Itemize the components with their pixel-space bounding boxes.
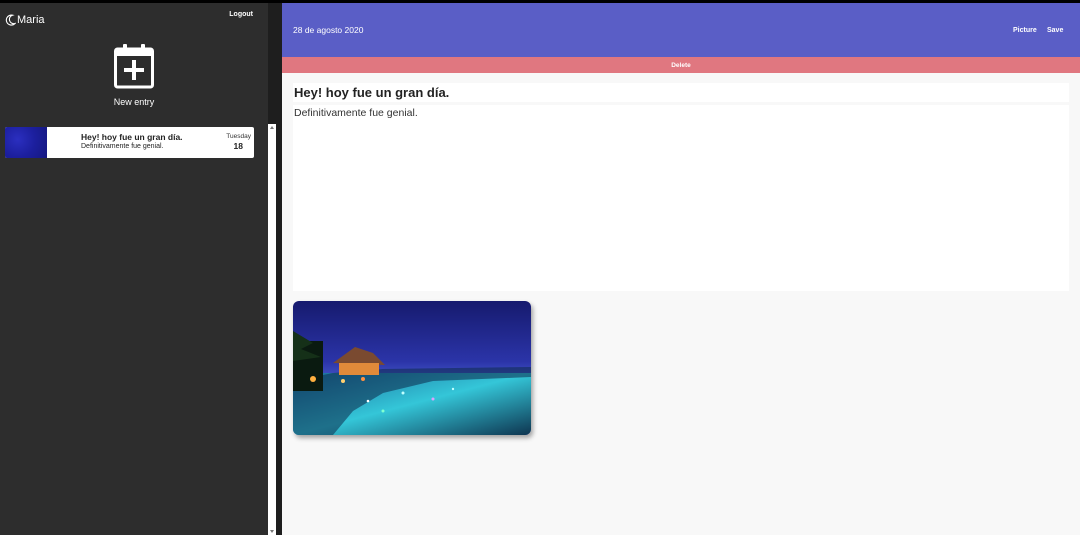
entry-preview: Definitivamente fue genial. — [81, 143, 164, 150]
logout-button[interactable]: Logout — [229, 11, 253, 18]
entry-title-input[interactable]: Hey! hoy fue un gran día. — [293, 83, 1069, 102]
editor-header: 28 de agosto 2020 Picture Save — [282, 3, 1080, 57]
entry-editor: 28 de agosto 2020 Picture Save Delete He… — [282, 3, 1080, 535]
entry-title: Hey! hoy fue un gran día. — [81, 132, 183, 142]
entry-weekday: Tuesday — [226, 133, 251, 140]
calendar-plus-icon — [114, 43, 154, 89]
entry-day-number: 18 — [233, 141, 243, 151]
sidebar-scrollbar[interactable] — [268, 124, 276, 535]
new-entry-label: New entry — [113, 97, 155, 107]
scroll-down-arrow[interactable] — [270, 530, 274, 533]
entry-thumbnail — [5, 127, 47, 158]
save-button[interactable]: Save — [1047, 27, 1063, 34]
delete-button[interactable]: Delete — [282, 57, 1080, 73]
entry-text: Hey! hoy fue un gran día. Definitivament… — [47, 127, 214, 158]
scroll-up-arrow[interactable] — [270, 126, 274, 129]
journal-app: Maria Logout New entry Hey! hoy fue un g… — [0, 3, 1080, 535]
sidebar: Maria Logout New entry Hey! hoy fue un g… — [0, 3, 282, 535]
user-name: Maria — [17, 14, 45, 26]
new-entry-button[interactable]: New entry — [0, 43, 268, 107]
entry-picture — [293, 301, 531, 435]
moon-icon — [5, 14, 16, 26]
picture-button[interactable]: Picture — [1013, 27, 1037, 34]
entry-list-item[interactable]: Hey! hoy fue un gran día. Definitivament… — [5, 127, 254, 158]
entry-date: Tuesday 18 — [214, 127, 254, 158]
user-info: Maria — [5, 14, 45, 26]
entry-body-textarea[interactable]: Definitivamente fue genial. — [293, 105, 1069, 291]
entry-date-heading: 28 de agosto 2020 — [293, 25, 364, 35]
